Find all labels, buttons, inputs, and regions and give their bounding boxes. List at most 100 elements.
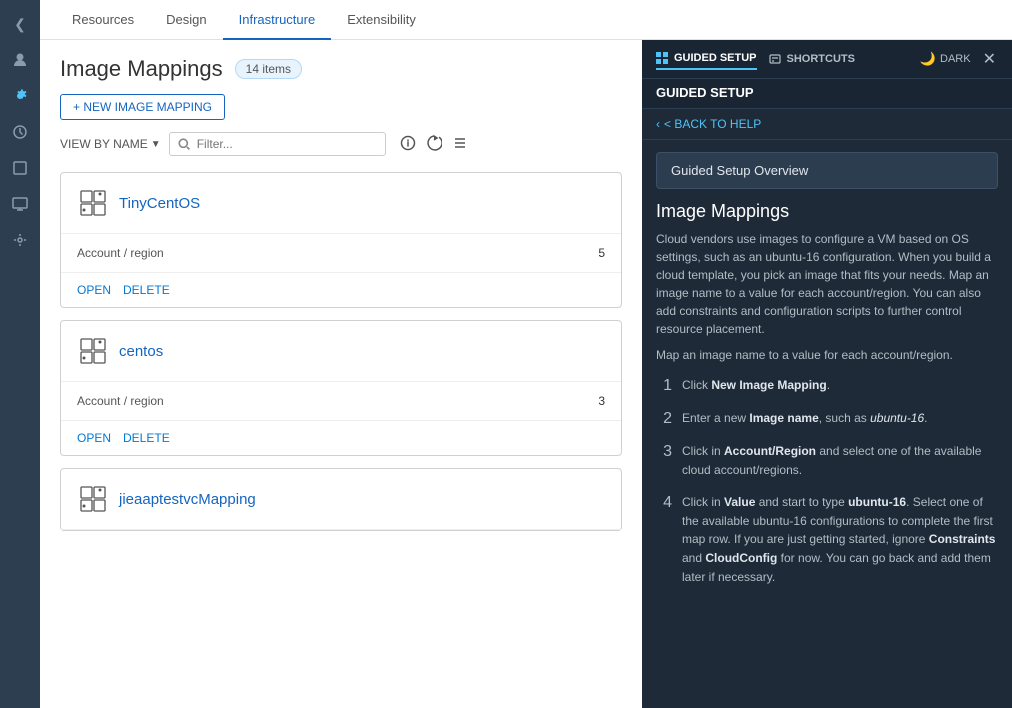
back-to-help-label: < BACK TO HELP (664, 117, 761, 131)
clock-icon (12, 124, 28, 140)
search-icon (178, 138, 191, 151)
step-2-number: 2 (656, 410, 672, 428)
shortcuts-tab[interactable]: SHORTCUTS (769, 53, 855, 65)
cube-icon (12, 160, 28, 176)
card-account-value-centos: 3 (598, 394, 605, 408)
left-panel: Image Mappings 14 items + NEW IMAGE MAPP… (40, 40, 642, 708)
main-content: Resources Design Infrastructure Extensib… (40, 0, 1012, 708)
mapping-card-jieaaptestvcMapping: jieaaptestvcMapping (60, 468, 622, 531)
sidebar-item-settings[interactable] (4, 80, 36, 112)
open-button-centos[interactable]: OPEN (77, 431, 111, 445)
tab-extensibility[interactable]: Extensibility (331, 0, 432, 40)
step-3-text: Click in Account/Region and select one o… (682, 442, 998, 479)
step-2: 2 Enter a new Image name, such as ubuntu… (656, 409, 998, 428)
grid-icon (656, 52, 668, 64)
delete-button-centos[interactable]: DELETE (123, 431, 170, 445)
sidebar-item-monitor[interactable] (4, 188, 36, 220)
step-4-text: Click in Value and start to type ubuntu-… (682, 493, 998, 586)
guided-setup-label: GUIDED SETUP (674, 52, 757, 64)
guided-header-tabs: GUIDED SETUP SHORTCUTS (656, 48, 855, 70)
delete-button-tinyCentOS[interactable]: DELETE (123, 283, 170, 297)
page-title: Image Mappings (60, 56, 223, 82)
monitor-icon (12, 196, 28, 212)
search-input[interactable] (197, 137, 377, 151)
step-2-text: Enter a new Image name, such as ubuntu-1… (682, 409, 928, 428)
back-to-help-link[interactable]: ‹ < BACK TO HELP (642, 109, 1012, 140)
guided-overview-button[interactable]: Guided Setup Overview (656, 152, 998, 189)
step-1: 1 Click New Image Mapping. (656, 376, 998, 395)
guided-title: GUIDED SETUP (656, 85, 754, 100)
guided-setup-panel: GUIDED SETUP SHORTCUTS 🌙 DARK (642, 40, 1012, 708)
top-nav: Resources Design Infrastructure Extensib… (40, 0, 1012, 40)
guided-description-1: Cloud vendors use images to configure a … (656, 230, 998, 338)
mapping-card-centos: centos Account / region 3 OPEN DELETE (60, 320, 622, 456)
keyboard-icon (769, 53, 781, 65)
card-title-jieaaptestvcMapping[interactable]: jieaaptestvcMapping (119, 491, 256, 508)
page-body: Image Mappings 14 items + NEW IMAGE MAPP… (40, 40, 1012, 708)
tab-resources[interactable]: Resources (56, 0, 150, 40)
user-icon (12, 52, 28, 68)
card-account-value-tinyCentOS: 5 (598, 246, 605, 260)
card-title-centos[interactable]: centos (119, 343, 163, 360)
open-button-tinyCentOS[interactable]: OPEN (77, 283, 111, 297)
step-1-text: Click New Image Mapping. (682, 376, 830, 395)
sidebar-collapse-btn[interactable]: ❮ (4, 8, 36, 40)
refresh-icon (426, 135, 442, 151)
card-body-centos: Account / region 3 (61, 382, 621, 421)
view-by-label: VIEW BY NAME (60, 137, 148, 151)
page-header: Image Mappings 14 items (60, 56, 622, 82)
moon-icon: 🌙 (920, 51, 936, 67)
mapping-icon-centos (77, 335, 109, 367)
dark-label: DARK (940, 53, 971, 65)
card-header-centos: centos (61, 321, 621, 382)
gear-icon (12, 88, 28, 104)
step-3: 3 Click in Account/Region and select one… (656, 442, 998, 479)
mapping-icon-tinyCentOS (77, 187, 109, 219)
step-4: 4 Click in Value and start to type ubunt… (656, 493, 998, 586)
shortcuts-label: SHORTCUTS (787, 53, 855, 65)
list-icon (452, 135, 468, 151)
guided-steps: 1 Click New Image Mapping. 2 Enter a new… (656, 376, 998, 586)
guided-body: Image Mappings Cloud vendors use images … (642, 201, 1012, 708)
view-by-button[interactable]: VIEW BY NAME ▼ (60, 137, 161, 151)
chevron-left-icon: ‹ (656, 117, 660, 131)
close-guided-setup-button[interactable]: ✕ (981, 49, 998, 69)
sidebar: ❮ (0, 0, 40, 708)
guided-setup-tab[interactable]: GUIDED SETUP (656, 48, 757, 70)
guided-header: GUIDED SETUP SHORTCUTS 🌙 DARK (642, 40, 1012, 79)
info-icon (400, 135, 416, 151)
sidebar-item-history[interactable] (4, 116, 36, 148)
step-4-number: 4 (656, 494, 672, 586)
card-title-tinyCentOS[interactable]: TinyCentOS (119, 195, 200, 212)
chevron-down-icon: ▼ (151, 139, 161, 150)
new-image-mapping-button[interactable]: + NEW IMAGE MAPPING (60, 94, 225, 120)
guided-title-bar: GUIDED SETUP (642, 79, 1012, 109)
step-3-number: 3 (656, 443, 672, 479)
tab-infrastructure[interactable]: Infrastructure (223, 0, 332, 40)
card-account-label-tinyCentOS: Account / region (77, 246, 164, 260)
dark-mode-toggle[interactable]: 🌙 DARK (920, 51, 971, 67)
tab-design[interactable]: Design (150, 0, 222, 40)
info-button[interactable] (398, 133, 418, 156)
toolbar-icons (398, 133, 470, 156)
network-icon (12, 232, 28, 248)
card-header-jieaaptestvcMapping: jieaaptestvcMapping (61, 469, 621, 530)
sidebar-item-user[interactable] (4, 44, 36, 76)
chevron-left-icon: ❮ (14, 16, 26, 33)
toolbar: VIEW BY NAME ▼ (60, 132, 622, 156)
card-account-label-centos: Account / region (77, 394, 164, 408)
list-view-button[interactable] (450, 133, 470, 156)
card-actions-centos: OPEN DELETE (61, 421, 621, 455)
card-header-tinyCentOS: TinyCentOS (61, 173, 621, 234)
mapping-card-tinyCentOS: TinyCentOS Account / region 5 OPEN DELET… (60, 172, 622, 308)
card-actions-tinyCentOS: OPEN DELETE (61, 273, 621, 307)
mapping-icon-jieaaptestvcMapping (77, 483, 109, 515)
refresh-button[interactable] (424, 133, 444, 156)
search-box (169, 132, 386, 156)
card-body-tinyCentOS: Account / region 5 (61, 234, 621, 273)
sidebar-item-network[interactable] (4, 224, 36, 256)
items-badge: 14 items (235, 59, 302, 79)
sidebar-item-resources[interactable] (4, 152, 36, 184)
guided-description-2: Map an image name to a value for each ac… (656, 346, 998, 364)
step-1-number: 1 (656, 377, 672, 395)
